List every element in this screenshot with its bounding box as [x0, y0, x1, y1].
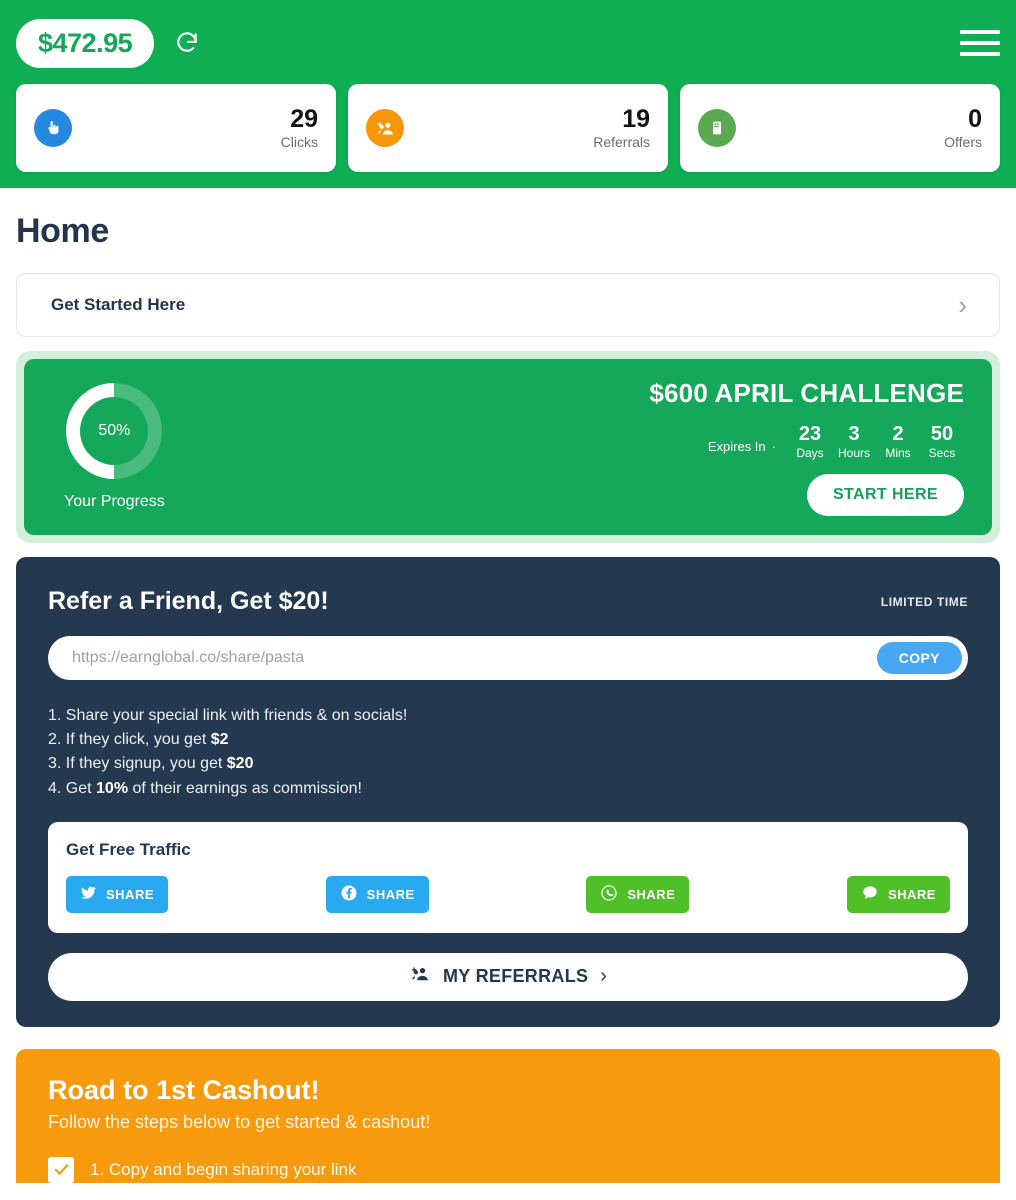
stat-value: 19 — [622, 104, 650, 133]
list-item: 3. If they signup, you get $20 — [48, 752, 968, 775]
chevron-right-icon: › — [600, 965, 607, 988]
challenge-card[interactable]: 50% Your Progress $600 APRIL CHALLENGE E… — [24, 359, 992, 535]
list-item: 2. If they click, you get $2 — [48, 728, 968, 751]
get-started-row[interactable]: Get Started Here › — [16, 273, 1000, 337]
offers-mobile-icon — [698, 109, 736, 147]
step-highlight: 10% — [96, 779, 129, 797]
stat-label: Clicks — [280, 134, 318, 151]
start-here-button[interactable]: START HERE — [806, 474, 964, 516]
refresh-icon[interactable] — [172, 28, 202, 58]
stat-card-referrals[interactable]: 19 Referrals — [348, 84, 668, 172]
app-header: $472.95 29 Clicks 19 Referrals 0 Offers — [0, 0, 1016, 188]
share-button-facebook[interactable]: SHARE — [325, 875, 429, 913]
countdown-separator: · — [771, 439, 776, 454]
cashout-subtitle: Follow the steps below to get started & … — [48, 1111, 431, 1132]
countdown-unit: Hours — [837, 446, 870, 460]
share-buttons-row: SHARE SHARE SHARE SHARE — [66, 875, 950, 913]
countdown-unit: Mins — [885, 446, 911, 460]
cashout-step-label: 1. Copy and begin sharing your link — [90, 1159, 357, 1179]
step-highlight: $20 — [226, 755, 254, 773]
countdown-days: 23 Days — [788, 423, 832, 460]
stat-value: 29 — [290, 104, 318, 133]
stat-text: 0 Offers — [944, 104, 982, 151]
progress-caption: Your Progress — [64, 493, 165, 510]
stat-card-offers[interactable]: 0 Offers — [680, 84, 1000, 172]
whatsapp-icon — [600, 884, 618, 905]
share-button-sms[interactable]: SHARE — [846, 875, 950, 913]
challenge-details: $600 APRIL CHALLENGE Expires In · 23 Day… — [649, 378, 964, 516]
countdown-value: 50 — [930, 423, 954, 445]
balance-pill[interactable]: $472.95 — [16, 18, 155, 68]
message-bubble-icon — [861, 884, 879, 905]
hamburger-bar — [960, 41, 1000, 45]
stat-value: 0 — [968, 104, 982, 133]
countdown-value: 2 — [892, 423, 904, 445]
get-free-traffic-box: Get Free Traffic SHARE SHARE SHARE SHARE — [48, 821, 968, 933]
add-people-icon — [366, 109, 404, 147]
chevron-right-icon: › — [958, 290, 967, 320]
refer-title: Refer a Friend, Get $20! — [48, 587, 329, 615]
countdown-value: 23 — [798, 423, 822, 445]
expires-in-label: Expires In — [707, 439, 766, 454]
share-button-twitter[interactable]: SHARE — [66, 875, 169, 913]
add-people-icon — [409, 964, 431, 989]
cashout-title: Road to 1st Cashout! — [48, 1074, 320, 1105]
hamburger-menu-icon[interactable] — [960, 28, 1000, 58]
progress-percent-label: 50% — [98, 422, 131, 439]
progress-block: 50% Your Progress — [64, 383, 165, 511]
refer-card-header: Refer a Friend, Get $20! LIMITED TIME — [48, 587, 968, 616]
share-label: SHARE — [627, 886, 676, 902]
stat-text: 29 Clicks — [280, 104, 318, 151]
progress-donut: 50% — [66, 383, 163, 479]
main-content: Home Get Started Here › 50% Your Progres… — [0, 212, 1016, 1183]
share-button-whatsapp[interactable]: SHARE — [586, 875, 690, 913]
countdown-value: 3 — [848, 423, 860, 445]
my-referrals-label: MY REFERRALS — [443, 966, 589, 987]
checkbox-checked-icon[interactable] — [48, 1156, 74, 1183]
stats-row: 29 Clicks 19 Referrals 0 Offers — [16, 84, 1000, 172]
stat-label: Referrals — [593, 134, 650, 151]
countdown-unit: Secs — [928, 446, 956, 460]
step-text: 2. If they click, you get — [48, 731, 211, 749]
header-top-bar: $472.95 — [16, 14, 1000, 72]
countdown-mins: 2 Mins — [876, 423, 920, 460]
cashout-step-1[interactable]: 1. Copy and begin sharing your link — [48, 1156, 968, 1183]
click-hand-icon — [34, 109, 72, 147]
challenge-title: $600 APRIL CHALLENGE — [649, 378, 964, 408]
step-text: 3. If they signup, you get — [48, 755, 227, 773]
challenge-card-frame: 50% Your Progress $600 APRIL CHALLENGE E… — [16, 351, 1000, 543]
copy-button[interactable]: COPY — [876, 642, 962, 674]
step-text: 4. Get — [48, 779, 97, 797]
referral-link-input[interactable] — [72, 649, 877, 667]
list-item: 4. Get 10% of their earnings as commissi… — [48, 777, 968, 800]
limited-time-badge: LIMITED TIME — [880, 594, 968, 609]
countdown-timer: Expires In · 23 Days 3 Hours 2 Mins 50 S… — [708, 423, 964, 460]
list-item: 1. Share your special link with friends … — [48, 704, 968, 727]
get-free-traffic-title: Get Free Traffic — [66, 839, 191, 859]
facebook-f-icon — [340, 884, 358, 905]
share-label: SHARE — [366, 886, 415, 902]
stat-label: Offers — [944, 134, 982, 151]
step-highlight: $2 — [210, 731, 229, 749]
my-referrals-button[interactable]: MY REFERRALS › — [48, 952, 968, 1001]
share-label: SHARE — [887, 886, 936, 902]
countdown-secs: 50 Secs — [920, 423, 964, 460]
stat-text: 19 Referrals — [593, 104, 650, 151]
cashout-card: Road to 1st Cashout! Follow the steps be… — [16, 1048, 1000, 1183]
refer-a-friend-card: Refer a Friend, Get $20! LIMITED TIME CO… — [16, 557, 1000, 1027]
referral-link-row: COPY — [48, 636, 968, 680]
page-title: Home — [16, 212, 109, 250]
hamburger-bar — [960, 30, 1000, 34]
hamburger-bar — [960, 52, 1000, 56]
get-started-label: Get Started Here — [51, 295, 186, 314]
twitter-bird-icon — [80, 884, 97, 904]
share-label: SHARE — [106, 886, 155, 902]
referral-steps-list: 1. Share your special link with friends … — [48, 704, 968, 800]
countdown-unit: Days — [796, 446, 824, 460]
countdown-hours: 3 Hours — [832, 423, 876, 460]
step-suffix: of their earnings as commission! — [128, 779, 362, 797]
step-text: 1. Share your special link with friends … — [48, 707, 408, 724]
stat-card-clicks[interactable]: 29 Clicks — [16, 84, 336, 172]
